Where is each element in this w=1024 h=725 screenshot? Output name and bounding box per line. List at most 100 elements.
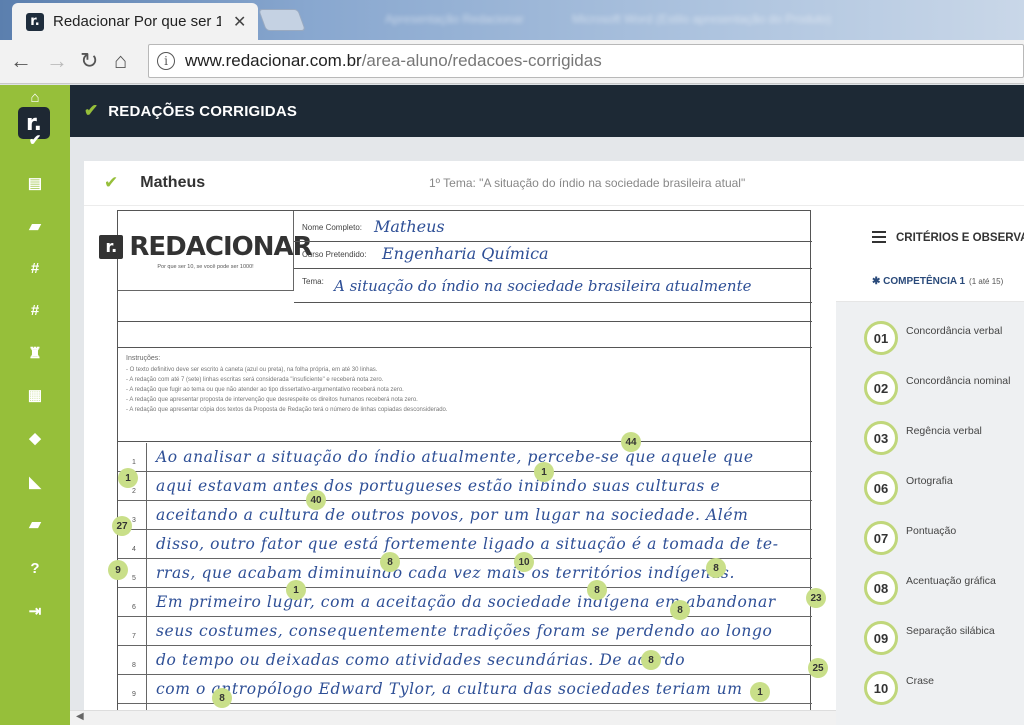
- essay-line: 1 Ao analisar a situação do índio atualme…: [118, 443, 812, 472]
- essay-line: 6 Em primeiro lugar, com a aceitação da s…: [118, 588, 812, 617]
- chart-icon[interactable]: ◣: [24, 471, 46, 493]
- list-icon: [872, 231, 886, 243]
- correction-marker[interactable]: 8: [212, 688, 232, 708]
- essay-theme: 1º Tema: "A situação do índio na socieda…: [429, 176, 746, 190]
- logout-icon[interactable]: ⇥: [24, 600, 46, 622]
- criteria-item[interactable]: 09 Separação silábica: [864, 621, 995, 655]
- criteria-number: 06: [864, 471, 898, 505]
- correction-marker[interactable]: 8: [670, 600, 690, 620]
- correction-marker[interactable]: 1: [118, 468, 138, 488]
- criteria-item[interactable]: 03 Regência verbal: [864, 421, 982, 455]
- correction-marker[interactable]: 8: [706, 558, 726, 578]
- criteria-item[interactable]: 10 Crase: [864, 671, 934, 705]
- criteria-number: 07: [864, 521, 898, 555]
- home-icon[interactable]: ⌂: [24, 86, 46, 108]
- criteria-item[interactable]: 02 Concordância nominal: [864, 371, 1010, 405]
- essay-line: 2 aqui estavam antes dos portugueses estã…: [118, 472, 812, 501]
- correction-marker[interactable]: 1: [286, 580, 306, 600]
- tab-close-icon[interactable]: ✕: [233, 12, 246, 32]
- competencia-range: (1 até 15): [969, 277, 1004, 286]
- correction-marker[interactable]: 8: [587, 580, 607, 600]
- new-tab-button[interactable]: [257, 9, 307, 31]
- instruction-item: - A redação que fugir ao tema ou que não…: [126, 387, 404, 393]
- background-tab-title[interactable]: Microsoft Word (Estilo apresentação do P…: [572, 12, 831, 26]
- browser-tab[interactable]: r. Redacionar Por que ser 1 ✕: [12, 3, 258, 40]
- info-icon[interactable]: i: [157, 52, 175, 70]
- hash-icon[interactable]: #: [24, 257, 46, 279]
- correction-marker[interactable]: 1: [750, 682, 770, 702]
- criteria-label: Regência verbal: [906, 425, 982, 437]
- reload-icon[interactable]: ↻: [80, 50, 98, 72]
- criteria-label: Pontuação: [906, 525, 957, 537]
- criteria-number: 01: [864, 321, 898, 355]
- field-course: Curso Pretendido: Engenharia Química: [294, 242, 812, 269]
- criteria-label: Acentuação gráfica: [906, 575, 996, 587]
- correction-marker[interactable]: 25: [808, 658, 828, 678]
- horizontal-scrollbar[interactable]: ◀: [70, 710, 836, 725]
- criteria-item[interactable]: 06 Ortografia: [864, 471, 953, 505]
- line-number: 4: [132, 546, 136, 553]
- back-arrow-icon[interactable]: ←: [10, 50, 32, 72]
- line-number: 3: [132, 517, 136, 524]
- correction-marker[interactable]: 10: [514, 552, 534, 572]
- essay-line: 3 aceitando a cultura de outros povos, po…: [118, 501, 812, 530]
- student-name: Matheus: [140, 174, 206, 191]
- criteria-title: CRITÉRIOS E OBSERVAÇÕES: [896, 232, 1024, 244]
- criteria-number: 09: [864, 621, 898, 655]
- home-icon[interactable]: ⌂: [114, 50, 127, 72]
- correction-marker[interactable]: 9: [108, 560, 128, 580]
- handwritten-text: rras, que acabam diminuindo cada vez mai…: [156, 564, 736, 582]
- sidebar: r. ⌂ ✔ ▤ ▰ # # ♜ ▦ ◆ ◣ ▰? ⇥: [0, 85, 70, 725]
- background-tab-title[interactable]: Apresentação Redacionar: [385, 12, 524, 26]
- field-label: Curso Pretendido:: [302, 250, 367, 259]
- field-value: Engenharia Química: [382, 244, 549, 263]
- instruction-item: - A redação com até 7 (sete) linhas escr…: [126, 377, 384, 383]
- trophy-icon[interactable]: ♜: [24, 342, 46, 364]
- handwritten-text: do tempo ou deixadas como atividades sec…: [156, 651, 686, 669]
- essay-sheet: r. REDACIONAR Por que ser 10, se você po…: [99, 210, 812, 716]
- hash-icon[interactable]: #: [24, 299, 46, 321]
- competencia-label: COMPETÊNCIA 1: [883, 276, 966, 287]
- instruction-item: - O texto definitivo deve ser escrito à …: [126, 367, 378, 373]
- url-domain: www.redacionar.com.br: [185, 51, 362, 70]
- criteria-item[interactable]: 08 Acentuação gráfica: [864, 571, 996, 605]
- diamond-icon[interactable]: ◆: [24, 427, 46, 449]
- field-label: Tema:: [302, 277, 324, 286]
- competencia-tab[interactable]: ✱ COMPETÊNCIA 1 (1 até 15): [872, 276, 1003, 287]
- sheet-rule: [118, 321, 812, 322]
- check-icon[interactable]: ✔: [24, 129, 46, 151]
- handwritten-text: aceitando a cultura de outros povos, por…: [156, 506, 749, 524]
- criteria-item[interactable]: 01 Concordância verbal: [864, 321, 1002, 355]
- sheet-rule: [118, 441, 812, 442]
- scroll-left-arrow-icon[interactable]: ◀: [76, 711, 84, 722]
- criteria-item[interactable]: 07 Pontuação: [864, 521, 956, 555]
- forward-arrow-icon[interactable]: →: [46, 50, 68, 72]
- book-icon[interactable]: ▰: [24, 215, 46, 237]
- url-text: www.redacionar.com.br/area-aluno/redacoe…: [185, 51, 602, 71]
- correction-marker[interactable]: 8: [641, 650, 661, 670]
- sheet-logo-text: REDACIONAR: [129, 231, 312, 262]
- correction-marker[interactable]: 1: [534, 462, 554, 482]
- correction-marker[interactable]: 27: [112, 516, 132, 536]
- handwritten-text: seus costumes, consequentemente tradiçõe…: [156, 622, 773, 640]
- document-icon[interactable]: ▤: [24, 172, 46, 194]
- check-icon: ✔: [104, 173, 119, 192]
- help-icon[interactable]: ?: [24, 557, 46, 579]
- line-number: 9: [132, 691, 136, 698]
- page-header: ✔ REDAÇÕES CORRIGIDAS: [70, 85, 1024, 137]
- correction-marker[interactable]: 8: [380, 552, 400, 572]
- url-path: /area-aluno/redacoes-corrigidas: [361, 51, 602, 70]
- instructions-title: Instruções:: [126, 355, 161, 362]
- criteria-label: Concordância nominal: [906, 375, 1011, 387]
- sheet-logo: r. REDACIONAR Por que ser 10, se você po…: [99, 211, 313, 291]
- essay-card-header: ✔ Matheus 1º Tema: "A situação do índio …: [84, 161, 1024, 206]
- calendar-icon[interactable]: ▦: [24, 384, 46, 406]
- correction-marker[interactable]: 44: [621, 432, 641, 452]
- address-bar[interactable]: i www.redacionar.com.br/area-aluno/redac…: [148, 44, 1024, 78]
- line-number: 6: [132, 604, 136, 611]
- correction-marker[interactable]: 23: [806, 588, 826, 608]
- handwritten-text: aqui estavam antes dos portugueses estão…: [156, 477, 721, 495]
- correction-marker[interactable]: 40: [306, 490, 326, 510]
- book-icon[interactable]: ▰: [24, 513, 46, 535]
- line-number: 8: [132, 662, 136, 669]
